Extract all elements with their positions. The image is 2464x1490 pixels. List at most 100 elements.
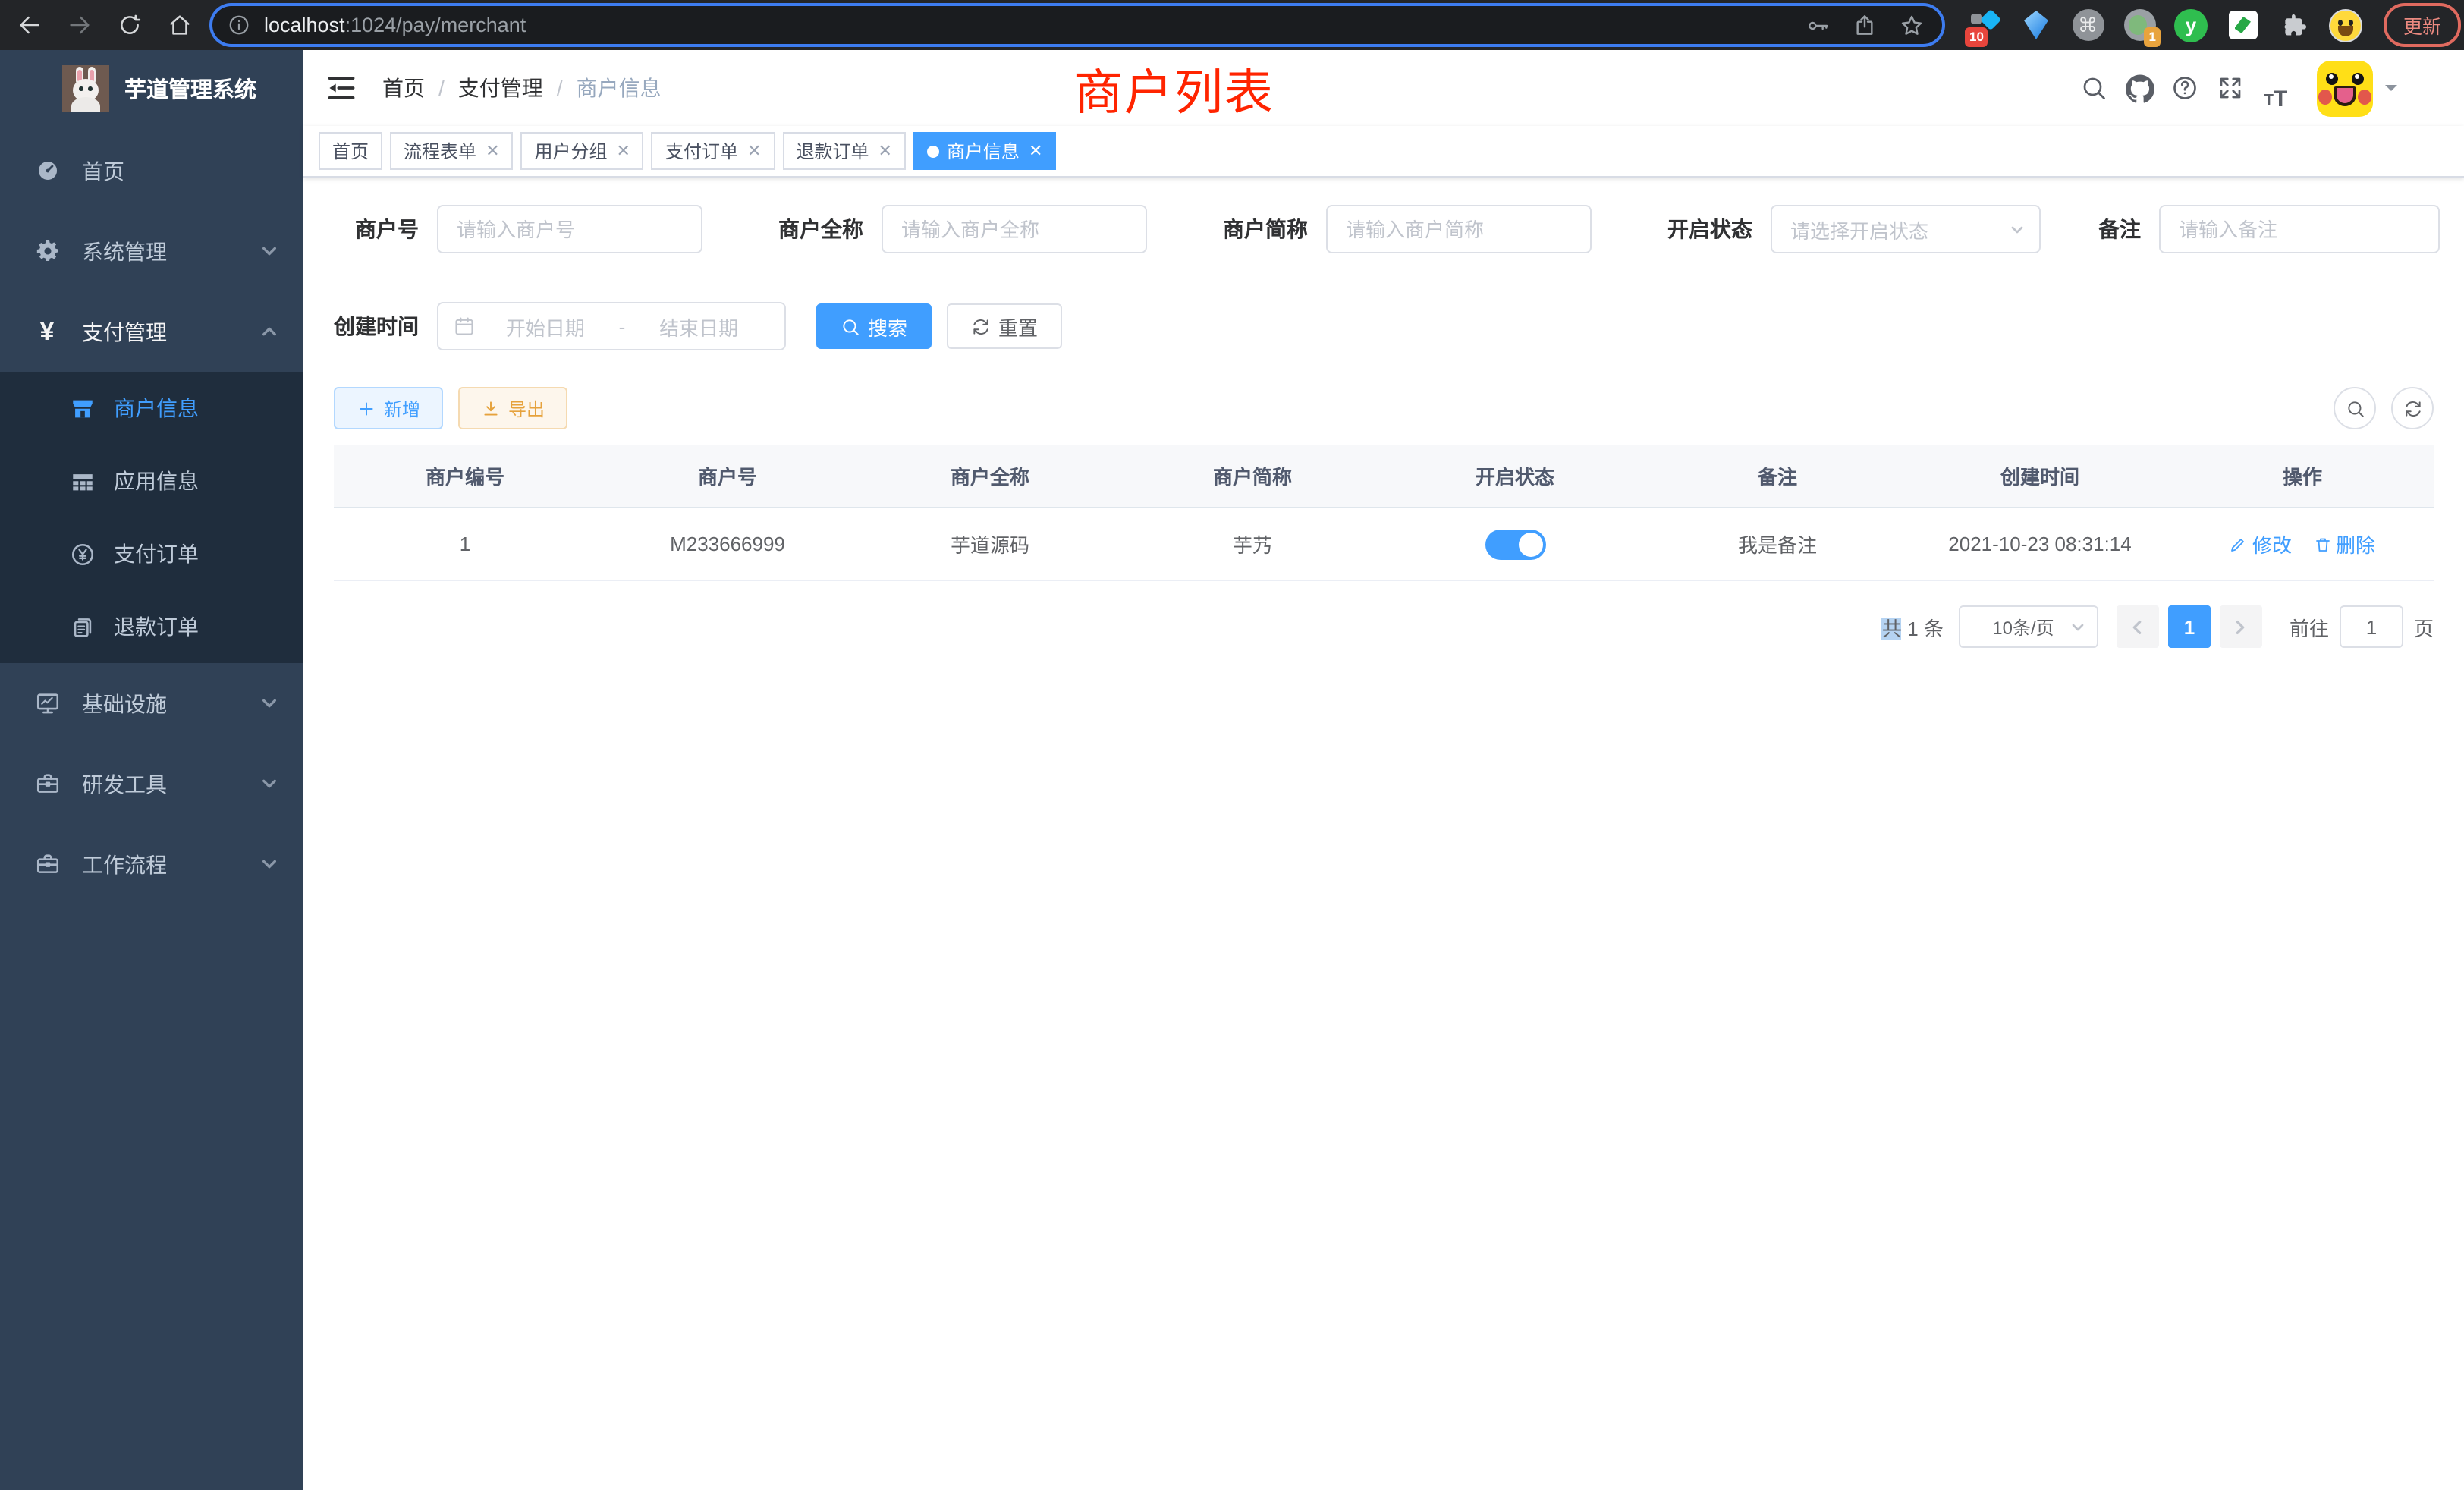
grid-icon xyxy=(65,468,99,494)
sidebar-item-pay[interactable]: ¥ 支付管理 xyxy=(0,291,303,372)
site-info-icon[interactable] xyxy=(228,14,250,36)
tab-refund-order[interactable]: 退款订单✕ xyxy=(782,132,905,170)
edit-button[interactable]: 修改 xyxy=(2230,530,2292,558)
date-start-placeholder: 开始日期 xyxy=(475,312,616,341)
tab-process-form[interactable]: 流程表单✕ xyxy=(390,132,513,170)
toggle-search-button[interactable] xyxy=(2334,387,2376,429)
sidebar-item-app-info[interactable]: 应用信息 xyxy=(0,445,303,517)
user-avatar-menu[interactable] xyxy=(2317,60,2397,116)
chevron-left-icon xyxy=(2129,618,2146,635)
sidebar-collapse-icon[interactable] xyxy=(325,71,358,105)
browser-forward-button[interactable] xyxy=(59,5,99,45)
bookmark-star-icon[interactable] xyxy=(1900,13,1924,37)
sidebar-item-pay-order[interactable]: 支付订单 xyxy=(0,517,303,590)
table-header-row: 商户编号 商户号 商户全称 商户简称 开启状态 备注 创建时间 操作 xyxy=(334,445,2434,508)
chevron-down-icon xyxy=(261,775,278,792)
short-name-label: 商户简称 xyxy=(1196,214,1326,244)
short-name-input[interactable] xyxy=(1326,205,1592,253)
next-page-button[interactable] xyxy=(2220,605,2262,648)
share-icon[interactable] xyxy=(1853,13,1877,37)
merchant-no-input[interactable] xyxy=(437,205,702,253)
browser-update-button[interactable]: 更新 xyxy=(2384,3,2461,47)
tab-home[interactable]: 首页 xyxy=(319,132,382,170)
toolbox-icon xyxy=(29,771,65,797)
extension-command-icon[interactable]: ⌘ xyxy=(2071,8,2104,42)
close-icon[interactable]: ✕ xyxy=(747,141,761,161)
add-button[interactable]: 新增 xyxy=(334,387,443,429)
extension-badge: 1 xyxy=(2145,27,2161,46)
annotation-overlay: 商户列表 xyxy=(1074,55,1274,124)
browser-profile-avatar[interactable] xyxy=(2329,8,2362,42)
refresh-button[interactable] xyxy=(2391,387,2434,429)
sidebar-pay-submenu: 商户信息 应用信息 支付订单 xyxy=(0,372,303,663)
sidebar-item-dev-tools[interactable]: 研发工具 xyxy=(0,743,303,824)
close-icon[interactable]: ✕ xyxy=(1029,141,1042,161)
chevron-up-icon xyxy=(261,323,278,340)
extension-youdao-icon[interactable]: y xyxy=(2174,8,2208,42)
trash-icon xyxy=(2313,535,2331,553)
sidebar-item-infra[interactable]: 基础设施 xyxy=(0,663,303,743)
cell-short-name: 芋艿 xyxy=(1121,508,1384,580)
extension-camera-icon[interactable]: 1 xyxy=(2123,8,2156,42)
close-icon[interactable]: ✕ xyxy=(486,141,499,161)
sidebar: 芋道管理系统 首页 系统管理 ¥ xyxy=(0,50,303,1490)
font-size-icon[interactable]: TT xyxy=(2253,65,2299,111)
chevron-down-icon xyxy=(261,243,278,259)
pagination-total: 共 1 条 xyxy=(1882,612,1944,641)
goto-page-input[interactable] xyxy=(2340,605,2403,648)
sidebar-item-workflow[interactable]: 工作流程 xyxy=(0,824,303,904)
address-bar[interactable]: localhost:1024/pay/merchant xyxy=(212,6,1942,44)
status-select[interactable]: 请选择开启状态 xyxy=(1771,205,2041,253)
delete-button[interactable]: 删除 xyxy=(2313,530,2375,558)
browser-toolbar: localhost:1024/pay/merchant 10 ⌘ 1 y xyxy=(0,0,2464,50)
chevron-down-icon xyxy=(2385,85,2397,97)
export-button[interactable]: 导出 xyxy=(458,387,567,429)
cell-create-time: 2021-10-23 08:31:14 xyxy=(1909,508,2171,580)
url-text[interactable]: localhost:1024/pay/merchant xyxy=(264,14,526,36)
status-toggle[interactable] xyxy=(1485,529,1545,559)
search-button[interactable]: 搜索 xyxy=(816,303,932,349)
github-icon[interactable] xyxy=(2117,65,2162,111)
fullscreen-icon[interactable] xyxy=(2208,65,2253,111)
app-title: 芋道管理系统 xyxy=(124,72,256,104)
page-size-select[interactable]: 10条/页 xyxy=(1959,605,2098,648)
close-icon[interactable]: ✕ xyxy=(617,141,630,161)
breadcrumb: 首页 / 支付管理 / 商户信息 xyxy=(382,73,662,103)
close-icon[interactable]: ✕ xyxy=(878,141,891,161)
tab-user-group[interactable]: 用户分组✕ xyxy=(521,132,644,170)
extensions-puzzle-icon[interactable] xyxy=(2277,8,2311,42)
sidebar-item-refund-order[interactable]: 退款订单 xyxy=(0,590,303,663)
full-name-input[interactable] xyxy=(882,205,1147,253)
app-logo[interactable]: 芋道管理系统 xyxy=(0,50,303,126)
filter-row-1: 商户号 商户全称 商户简称 开启状态 请选择开启状态 xyxy=(334,205,2434,253)
calendar-icon xyxy=(454,316,475,337)
sidebar-item-merchant-info[interactable]: 商户信息 xyxy=(0,372,303,445)
extension-note-icon[interactable] xyxy=(2226,8,2259,42)
browser-home-button[interactable] xyxy=(159,5,199,45)
breadcrumb-pay[interactable]: 支付管理 xyxy=(458,73,543,103)
merchant-no-label: 商户号 xyxy=(334,214,437,244)
cell-actions: 修改 删除 xyxy=(2171,508,2434,580)
reset-button[interactable]: 重置 xyxy=(947,303,1062,349)
current-page[interactable]: 1 xyxy=(2168,605,2211,648)
chevron-down-icon xyxy=(2010,222,2024,236)
password-key-icon[interactable] xyxy=(1806,13,1830,37)
extension-grid-diamond-icon[interactable]: 10 xyxy=(1968,8,2001,42)
goto-label: 前往 xyxy=(2290,612,2329,641)
prev-page-button[interactable] xyxy=(2117,605,2159,648)
browser-back-button[interactable] xyxy=(9,5,49,45)
remark-input[interactable] xyxy=(2159,205,2440,253)
merchant-list-page: 商户号 商户全称 商户简称 开启状态 请选择开启状态 xyxy=(303,178,2464,1490)
sidebar-item-home[interactable]: 首页 xyxy=(0,130,303,211)
date-range-picker[interactable]: 开始日期 - 结束日期 xyxy=(437,302,786,350)
extension-gem-icon[interactable] xyxy=(2019,8,2053,42)
browser-reload-button[interactable] xyxy=(109,5,149,45)
help-icon[interactable] xyxy=(2162,65,2208,111)
breadcrumb-home[interactable]: 首页 xyxy=(382,73,425,103)
header-search-icon[interactable] xyxy=(2071,65,2117,111)
tab-merchant-info[interactable]: 商户信息✕ xyxy=(913,132,1056,170)
tab-pay-order[interactable]: 支付订单✕ xyxy=(652,132,775,170)
sidebar-menu: 首页 系统管理 ¥ 支付管理 xyxy=(0,126,303,904)
document-icon xyxy=(65,614,99,640)
sidebar-item-system[interactable]: 系统管理 xyxy=(0,211,303,291)
